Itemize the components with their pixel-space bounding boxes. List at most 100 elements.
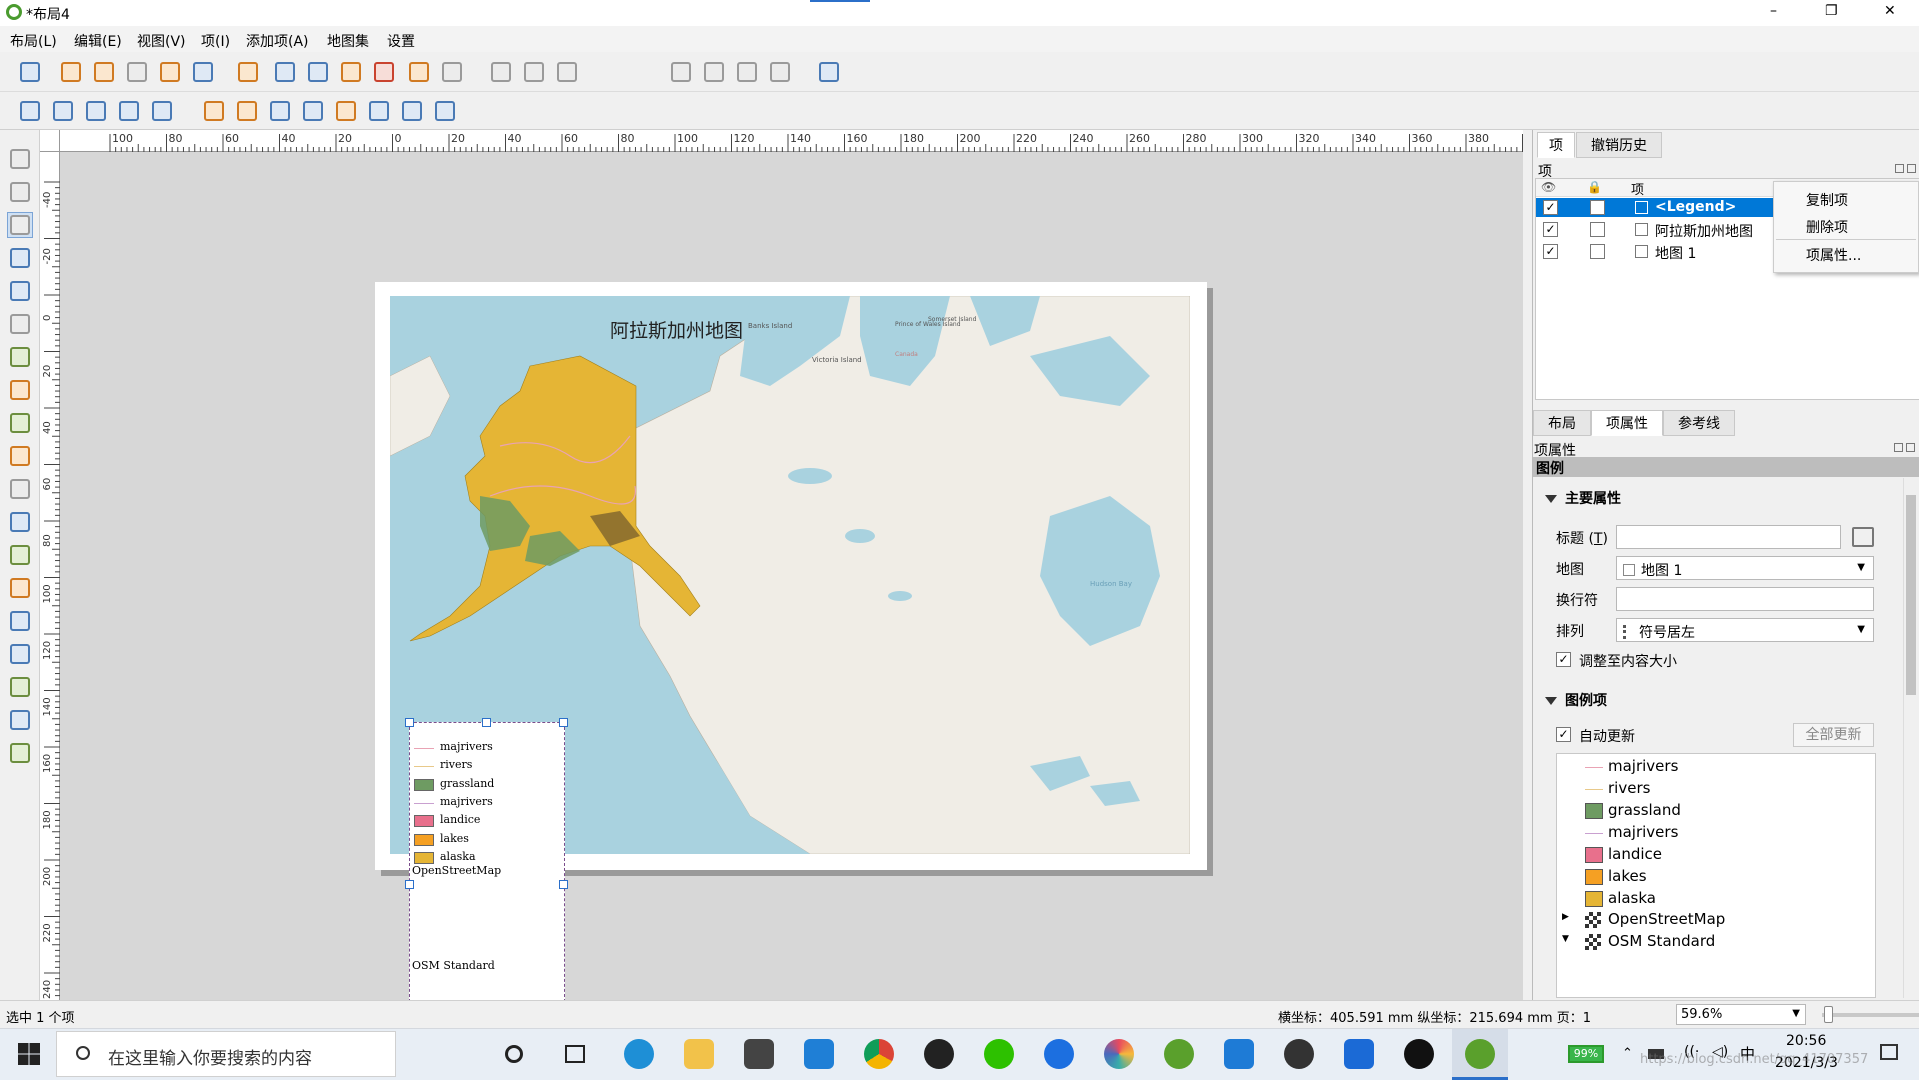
resize-to-contents-checkbox[interactable]: ✓ <box>1556 652 1571 667</box>
qgis-taskbar-icon-2[interactable] <box>1465 1039 1495 1069</box>
item-row-label[interactable]: 地图 1 <box>1655 243 1696 263</box>
ctx-item-properties[interactable]: 项属性... <box>1806 245 1861 265</box>
save-icon[interactable] <box>17 59 43 85</box>
refresh-icon[interactable] <box>149 98 175 124</box>
legend-resize-handle-mr[interactable] <box>559 880 568 889</box>
menu-layout[interactable]: 布局(L) <box>10 31 57 51</box>
wrap-input[interactable] <box>1616 587 1874 611</box>
legend-tree-item[interactable]: majrivers <box>1608 757 1678 775</box>
add-fixed-table-icon[interactable] <box>7 740 33 766</box>
previous-feature-icon[interactable] <box>554 59 580 85</box>
atlas-preview-icon[interactable] <box>488 59 514 85</box>
map-select[interactable]: 地图 1 ▼ <box>1616 556 1874 580</box>
legend-tree-item[interactable]: grassland <box>1608 801 1681 819</box>
group-items-icon[interactable] <box>267 98 293 124</box>
map-title-label[interactable]: 阿拉斯加州地图 <box>610 316 743 343</box>
layout-manager-icon[interactable] <box>124 59 150 85</box>
zoom-slider-track[interactable] <box>1822 1013 1919 1017</box>
update-all-button[interactable]: 全部更新 <box>1793 723 1874 747</box>
menu-items[interactable]: 项(I) <box>201 31 230 51</box>
ctx-copy-item[interactable]: 复制项 <box>1806 190 1848 210</box>
export-svg-icon[interactable] <box>338 59 364 85</box>
task-view-icon[interactable] <box>565 1045 585 1063</box>
file-explorer-icon[interactable] <box>684 1039 714 1069</box>
tab-layout[interactable]: 布局 <box>1533 410 1591 436</box>
tab-item-properties[interactable]: 项属性 <box>1591 410 1663 436</box>
item-visibility-checkbox[interactable]: ✓ <box>1543 244 1558 259</box>
legend-items-section[interactable]: 图例项 <box>1545 690 1607 710</box>
menu-settings[interactable]: 设置 <box>387 31 415 51</box>
add-north-arrow-icon[interactable] <box>7 509 33 535</box>
xbox-icon[interactable] <box>1404 1039 1434 1069</box>
add-polygon-icon[interactable] <box>7 641 33 667</box>
select-move-icon[interactable] <box>7 212 33 238</box>
zoom-in-icon[interactable] <box>17 98 43 124</box>
add-arrow-icon[interactable] <box>7 608 33 634</box>
close-button[interactable]: ✕ <box>1884 3 1896 19</box>
open-template-icon[interactable] <box>157 59 183 85</box>
menu-edit[interactable]: 编辑(E) <box>74 31 122 51</box>
mail-icon[interactable] <box>744 1039 774 1069</box>
legend-tree-item[interactable]: majrivers <box>1608 823 1678 841</box>
pan-icon[interactable] <box>7 146 33 172</box>
unlock-items-icon[interactable] <box>234 98 260 124</box>
props-panel-close-icon[interactable] <box>1906 443 1915 452</box>
minimize-button[interactable]: – <box>1770 3 1777 19</box>
collapse-osm-standard-icon[interactable]: ▼ <box>1562 934 1569 944</box>
add-picture-icon[interactable] <box>7 377 33 403</box>
legend-resize-handle-tc[interactable] <box>482 718 491 727</box>
zoom-select[interactable]: 59.6% ▼ <box>1676 1004 1806 1025</box>
title-input[interactable] <box>1616 525 1841 549</box>
gamepad-icon[interactable] <box>1284 1039 1314 1069</box>
add-html-icon[interactable] <box>7 674 33 700</box>
item-row-label[interactable]: <Legend> <box>1655 199 1736 215</box>
add-label-icon[interactable] <box>7 410 33 436</box>
export-atlas-icon[interactable] <box>767 59 793 85</box>
undo-icon[interactable] <box>406 59 432 85</box>
legend-tree-item[interactable]: lakes <box>1608 867 1647 885</box>
next-feature-icon[interactable] <box>668 59 694 85</box>
legend-resize-handle-tr[interactable] <box>559 718 568 727</box>
raise-items-icon[interactable] <box>333 98 359 124</box>
item-lock-checkbox[interactable] <box>1590 200 1605 215</box>
auto-update-checkbox[interactable]: ✓ <box>1556 727 1571 742</box>
zoom-full-icon[interactable] <box>116 98 142 124</box>
props-panel-float-icon[interactable] <box>1894 443 1903 452</box>
colorful-app-icon[interactable] <box>1104 1039 1134 1069</box>
distribute-icon[interactable] <box>399 98 425 124</box>
music-app-icon[interactable] <box>1344 1039 1374 1069</box>
items-panel-close-icon[interactable] <box>1907 164 1916 173</box>
menu-view[interactable]: 视图(V) <box>137 31 186 51</box>
qq-icon[interactable] <box>924 1039 954 1069</box>
add-legend-icon[interactable] <box>7 443 33 469</box>
qgis-taskbar-icon-1[interactable] <box>1164 1039 1194 1069</box>
export-pdf-icon[interactable] <box>371 59 397 85</box>
item-visibility-checkbox[interactable]: ✓ <box>1543 222 1558 237</box>
clock-time[interactable]: 20:56 <box>1786 1033 1826 1049</box>
first-feature-icon[interactable] <box>521 59 547 85</box>
cortana-icon[interactable] <box>505 1045 523 1063</box>
resize-icon[interactable] <box>432 98 458 124</box>
legend-tree-item[interactable]: alaska <box>1608 889 1656 907</box>
move-content-icon[interactable] <box>7 245 33 271</box>
last-feature-icon[interactable] <box>701 59 727 85</box>
notification-icon[interactable] <box>1880 1044 1898 1060</box>
main-properties-section[interactable]: 主要属性 <box>1545 488 1621 508</box>
legend-tree-openstreetmap[interactable]: OpenStreetMap <box>1608 910 1725 928</box>
expression-builder-icon[interactable] <box>1852 527 1874 547</box>
edit-nodes-icon[interactable] <box>7 278 33 304</box>
legend-tree-osm-standard[interactable]: OSM Standard <box>1608 932 1715 950</box>
add-page-icon[interactable] <box>235 59 261 85</box>
menu-add-item[interactable]: 添加项(A) <box>246 31 309 51</box>
tab-undo-history[interactable]: 撤销历史 <box>1576 132 1662 158</box>
print-icon[interactable] <box>272 59 298 85</box>
tray-chevron-icon[interactable]: ⌃ <box>1622 1046 1633 1061</box>
add-3d-map-icon[interactable] <box>7 344 33 370</box>
redo-icon[interactable] <box>439 59 465 85</box>
add-marker-icon[interactable] <box>7 575 33 601</box>
add-scalebar-icon[interactable] <box>7 476 33 502</box>
edge-icon[interactable] <box>624 1039 654 1069</box>
menu-atlas[interactable]: 地图集 <box>327 31 369 51</box>
legend-resize-handle-tl[interactable] <box>405 718 414 727</box>
ungroup-items-icon[interactable] <box>300 98 326 124</box>
